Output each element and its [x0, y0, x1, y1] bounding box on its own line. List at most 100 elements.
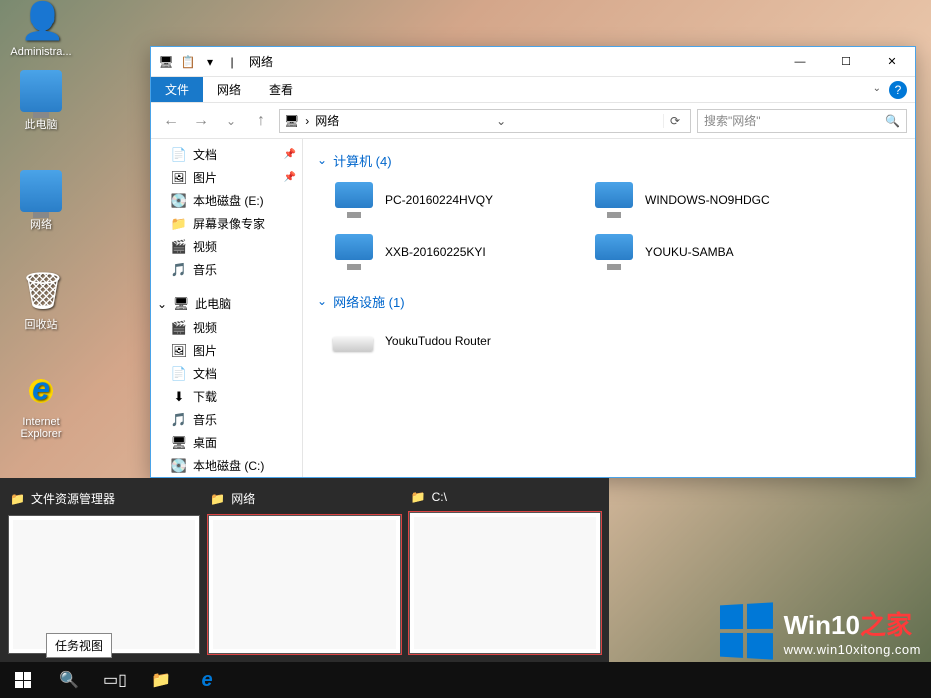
nav-pictures[interactable]: 🖼图片📌: [151, 166, 302, 189]
nav-documents[interactable]: 📄文档📌: [151, 143, 302, 166]
close-button[interactable]: ✕: [869, 47, 915, 77]
taskbar-ie[interactable]: e: [184, 662, 230, 698]
computers-grid: PC-20160224HVQY WINDOWS-NO9HDGC XXB-2016…: [317, 178, 901, 274]
breadcrumb-location[interactable]: 网络: [315, 112, 339, 129]
folder-icon: 📁: [10, 492, 25, 506]
computer-item[interactable]: PC-20160224HVQY: [329, 178, 569, 222]
address-dropdown-icon[interactable]: ⌄: [490, 114, 512, 128]
help-icon[interactable]: ?: [889, 81, 907, 99]
monitor-icon: [333, 234, 375, 270]
nav-label: 此电脑: [195, 295, 231, 312]
search-button[interactable]: 🔍: [46, 662, 92, 698]
back-button[interactable]: ←: [159, 109, 183, 133]
nav-thispc-disk-c[interactable]: 💽本地磁盘 (C:): [151, 454, 302, 477]
brand-a: Win10: [784, 610, 860, 640]
address-box[interactable]: 🖥 › 网络 ⌄ ⟳: [279, 109, 691, 133]
tab-view[interactable]: 查看: [255, 77, 307, 102]
quick-access-toolbar: 🖥 📋 ▾ |: [157, 53, 241, 71]
watermark: Win10之家 www.win10xitong.com: [718, 604, 921, 658]
desktop-icon: 🖥: [171, 435, 187, 451]
content-pane[interactable]: 计算机 (4) PC-20160224HVQY WINDOWS-NO9HDGC …: [303, 139, 915, 477]
nav-thispc-pictures[interactable]: 🖼 图片: [151, 339, 302, 362]
nav-thispc-music[interactable]: 🎵音乐: [151, 408, 302, 431]
nav-thispc-downloads[interactable]: ⬇下载: [151, 385, 302, 408]
search-icon[interactable]: 🔍: [885, 114, 900, 128]
music-icon: 🎵: [171, 262, 187, 278]
tab-network[interactable]: 网络: [203, 77, 255, 102]
nav-label: 图片: [193, 342, 217, 359]
qat-separator: ▾: [201, 53, 219, 71]
nav-thispc-header[interactable]: ⌄🖥此电脑: [151, 291, 302, 316]
preview-thumbnail[interactable]: [409, 512, 601, 654]
item-label: XXB-20160225KYI: [385, 245, 486, 259]
taskbar-explorer[interactable]: 📁: [138, 662, 184, 698]
nav-label: 屏幕录像专家: [193, 215, 265, 232]
ie-icon: [20, 370, 62, 412]
computer-item[interactable]: YOUKU-SAMBA: [589, 230, 829, 274]
maximize-button[interactable]: ☐: [823, 47, 869, 77]
icon-label: 网络: [30, 219, 52, 231]
minimize-button[interactable]: —: [777, 47, 823, 77]
group-computers[interactable]: 计算机 (4): [317, 147, 901, 178]
ribbon-expand-icon[interactable]: ⌄: [873, 83, 881, 94]
start-button[interactable]: [0, 662, 46, 698]
computer-item[interactable]: XXB-20160225KYI: [329, 230, 569, 274]
preview-card-explorer[interactable]: 📁文件资源管理器: [8, 486, 200, 654]
desktop-icon-network[interactable]: 网络: [6, 170, 76, 232]
picture-icon: 🖼: [171, 170, 187, 186]
item-label: PC-20160224HVQY: [385, 193, 493, 207]
nav-thispc-docs[interactable]: 📄文档: [151, 362, 302, 385]
nav-screenrec[interactable]: 📁 屏幕录像专家: [151, 212, 302, 235]
desktop-icon-admin[interactable]: Administra...: [6, 0, 76, 58]
nav-label: 桌面: [193, 434, 217, 451]
disk-icon: 💽: [171, 193, 187, 209]
picture-icon: 🖼: [171, 343, 187, 359]
computer-item[interactable]: WINDOWS-NO9HDGC: [589, 178, 829, 222]
nav-thispc-videos[interactable]: 🎬 视频: [151, 316, 302, 339]
recent-button[interactable]: ⌄: [219, 109, 243, 133]
app-icon: 🖥: [157, 53, 175, 71]
nav-thispc-desktop[interactable]: 🖥 桌面: [151, 431, 302, 454]
desktop-icon-pc[interactable]: 此电脑: [6, 70, 76, 132]
desktop-icon-recycle[interactable]: 回收站: [6, 270, 76, 332]
preview-card-network[interactable]: 📁网络: [208, 486, 400, 654]
group-infra[interactable]: 网络设施 (1): [317, 288, 901, 319]
nav-music[interactable]: 🎵音乐: [151, 258, 302, 281]
preview-thumbnail[interactable]: [208, 515, 400, 654]
windows-icon: [15, 672, 31, 688]
properties-icon[interactable]: 📋: [179, 53, 197, 71]
recycle-icon: [20, 270, 62, 312]
network-icon: [20, 170, 62, 212]
monitor-icon: [333, 182, 375, 218]
nav-pane[interactable]: 📄文档📌 🖼图片📌 💽本地磁盘 (E:) 📁屏幕录像专家 🎬视频 🎵音乐 ⌄🖥此…: [151, 139, 303, 477]
nav-label: 视频: [193, 319, 217, 336]
qat-divider: |: [223, 53, 241, 71]
tab-file[interactable]: 文件: [151, 77, 203, 102]
desktop-icon-ie[interactable]: Internet Explorer: [6, 370, 76, 440]
preview-label: 网络: [231, 490, 255, 507]
nav-label: 文档: [193, 146, 217, 163]
refresh-button[interactable]: ⟳: [663, 114, 686, 128]
nav-label: 文档: [193, 365, 217, 382]
folder-icon: 📁: [171, 216, 187, 232]
pc-icon: [20, 70, 62, 112]
titlebar[interactable]: 🖥 📋 ▾ | 网络 — ☐ ✕: [151, 47, 915, 77]
video-icon: 🎬: [171, 239, 187, 255]
explorer-window: 🖥 📋 ▾ | 网络 — ☐ ✕ 文件 网络 查看 ⌄ ? ← → ⌄ ↑ 🖥 …: [150, 46, 916, 478]
item-label: YoukuTudou Router: [385, 334, 491, 348]
chevron-down-icon: ⌄: [157, 297, 167, 311]
search-box[interactable]: 搜索"网络" 🔍: [697, 109, 907, 133]
nav-label: 视频: [193, 238, 217, 255]
video-icon: 🎬: [171, 320, 187, 336]
preview-title: 📁C:\: [409, 486, 601, 512]
taskview-tooltip: 任务视图: [46, 633, 112, 658]
forward-button[interactable]: →: [189, 109, 213, 133]
taskview-button[interactable]: ▭▯: [92, 662, 138, 698]
nav-videos[interactable]: 🎬 视频: [151, 235, 302, 258]
router-item[interactable]: YoukuTudou Router: [329, 319, 569, 363]
nav-disk-e[interactable]: 💽本地磁盘 (E:): [151, 189, 302, 212]
icon-label: 回收站: [25, 319, 58, 331]
up-button[interactable]: ↑: [249, 109, 273, 133]
preview-card-c-drive[interactable]: 📁C:\: [409, 486, 601, 654]
nav-label: 下载: [193, 388, 217, 405]
